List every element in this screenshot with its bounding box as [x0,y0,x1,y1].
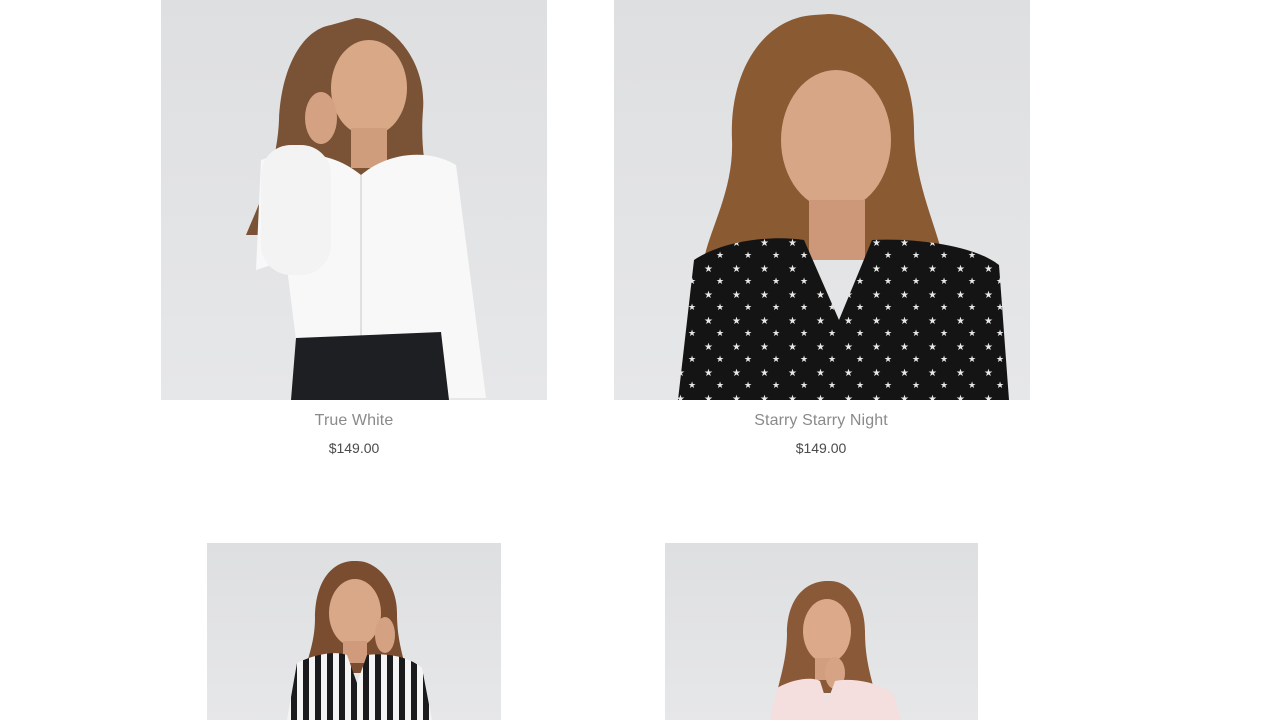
product-title[interactable]: Starry Starry Night [671,412,971,430]
product-price: $149.00 [795,440,847,456]
product-image-striped-blouse[interactable] [207,543,501,720]
pink-blouse-model-illustration [770,581,901,720]
product-price: $149.00 [328,440,380,456]
product-image-true-white[interactable] [161,0,547,400]
product-grid: True White $149.00 ★ ★ Starry Starry Nig… [0,0,1280,720]
product-title[interactable]: True White [204,412,504,430]
striped-blouse-model-illustration [287,561,432,720]
white-blouse-model-illustration [246,18,486,400]
product-image-pink-blouse[interactable] [665,543,978,720]
star-print-blouse-model-illustration: ★ ★ [678,14,1009,400]
product-image-starry-starry-night[interactable]: ★ ★ [614,0,1030,400]
